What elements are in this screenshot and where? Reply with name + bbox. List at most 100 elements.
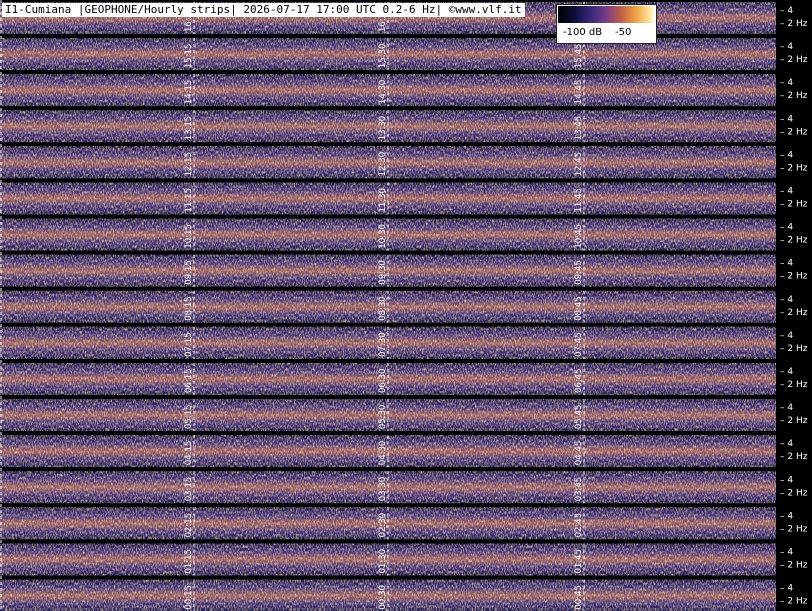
time-tick-label: 13:45 — [574, 116, 584, 141]
time-tick-label: 04:30 — [378, 441, 388, 466]
strip-1 — [0, 543, 776, 580]
strip-6 — [0, 363, 776, 400]
strip-texture — [0, 543, 776, 576]
strip-texture — [0, 471, 776, 504]
strip-15 — [0, 38, 776, 75]
freq-tick-2hz: – 2 Hz — [780, 344, 808, 354]
freq-tick-2hz: – 2 Hz — [780, 236, 808, 246]
strip-texture — [0, 218, 776, 251]
time-tick-label: 09:45 — [574, 260, 584, 285]
time-tick-label: 07:45 — [574, 332, 584, 357]
time-tick-label: 14:30 — [378, 80, 388, 105]
freq-tick-4: – 4 — [780, 331, 793, 341]
strip-8 — [0, 290, 776, 327]
strip-texture — [0, 146, 776, 179]
time-tick-label: 08:15 — [184, 296, 194, 321]
time-tick-label: 07:15 — [184, 332, 194, 357]
time-tick-label: 11:30 — [378, 188, 388, 213]
freq-tick-2hz: – 2 Hz — [780, 55, 808, 65]
time-tick-label: 05:45 — [574, 405, 584, 430]
strip-5 — [0, 399, 776, 436]
strip-9 — [0, 254, 776, 291]
time-tick-label: 15:15 — [184, 44, 194, 69]
strip-texture — [0, 74, 776, 107]
freq-tick-2hz: – 2 Hz — [780, 416, 808, 426]
time-tick-label: 01:30 — [378, 549, 388, 574]
time-tick-label: 00:15 — [184, 585, 194, 610]
time-tick-label: 12:30 — [378, 152, 388, 177]
chart-title: I1-Cumiana |GEOPHONE/Hourly strips| 2026… — [2, 3, 525, 17]
freq-tick-2hz: – 2 Hz — [780, 127, 808, 137]
time-tick-label: 03:30 — [378, 477, 388, 502]
strip-separator — [0, 503, 776, 508]
strip-texture — [0, 326, 776, 359]
time-tick-label: 10:15 — [184, 224, 194, 249]
time-tick-label: 05:30 — [378, 405, 388, 430]
time-tick-label: 02:45 — [574, 513, 584, 538]
time-tick-label: 06:45 — [574, 369, 584, 394]
strip-separator — [0, 34, 776, 39]
strip-separator — [0, 431, 776, 436]
freq-tick-4: – 4 — [780, 511, 793, 521]
strip-separator — [0, 106, 776, 111]
freq-tick-4: – 4 — [780, 295, 793, 305]
strip-7 — [0, 326, 776, 363]
time-tick-label: 12:15 — [184, 152, 194, 177]
strip-texture — [0, 507, 776, 540]
time-tick-label: 04:15 — [184, 441, 194, 466]
freq-tick-4: – 4 — [780, 548, 793, 558]
strip-0 — [0, 579, 776, 611]
time-tick-label: 01:15 — [184, 549, 194, 574]
time-tick-label: 15:45 — [574, 44, 584, 69]
freq-tick-2hz: – 2 Hz — [780, 200, 808, 210]
strip-separator — [0, 467, 776, 472]
time-tick-label: 13:15 — [184, 116, 194, 141]
strip-separator — [0, 539, 776, 544]
strip-texture — [0, 182, 776, 215]
strip-10 — [0, 218, 776, 255]
freq-tick-4: – 4 — [780, 584, 793, 594]
strip-separator — [0, 178, 776, 183]
time-tick-label: 03:45 — [574, 477, 584, 502]
time-tick-label: 10:30 — [378, 224, 388, 249]
freq-tick-2hz: – 2 Hz — [780, 561, 808, 571]
time-tick-label: 06:30 — [378, 369, 388, 394]
time-tick-label: 02:30 — [378, 513, 388, 538]
time-tick-label: 15:30 — [378, 44, 388, 69]
time-tick-label: 07:30 — [378, 332, 388, 357]
strip-texture — [0, 254, 776, 287]
freq-tick-2hz: – 2 Hz — [780, 597, 808, 607]
strip-13 — [0, 110, 776, 147]
time-tick-label: 08:30 — [378, 296, 388, 321]
freq-tick-4: – 4 — [780, 42, 793, 52]
strip-separator — [0, 395, 776, 400]
freq-tick-4: – 4 — [780, 187, 793, 197]
strip-texture — [0, 290, 776, 323]
strip-14 — [0, 74, 776, 111]
strip-separator — [0, 286, 776, 291]
strip-2 — [0, 507, 776, 544]
strip-separator — [0, 70, 776, 75]
freq-tick-4: – 4 — [780, 150, 793, 160]
time-tick-label: 03:15 — [184, 477, 194, 502]
colorbar: -100 dB -50 — [556, 4, 657, 44]
strip-3 — [0, 471, 776, 508]
freq-tick-2hz: – 2 Hz — [780, 19, 808, 29]
time-tick-label: 02:15 — [184, 513, 194, 538]
time-tick-label: 10:45 — [574, 224, 584, 249]
strip-separator — [0, 142, 776, 147]
time-tick-label: 11:45 — [574, 188, 584, 213]
freq-tick-4: – 4 — [780, 6, 793, 16]
strip-texture — [0, 363, 776, 395]
colorbar-gradient — [558, 6, 655, 23]
freq-tick-4: – 4 — [780, 223, 793, 233]
time-tick-label: 11:15 — [184, 188, 194, 213]
strip-separator — [0, 322, 776, 327]
time-tick-label: 05:15 — [184, 405, 194, 430]
time-tick-label: 12:45 — [574, 152, 584, 177]
strip-texture — [0, 38, 776, 71]
time-tick-label: 14:45 — [574, 80, 584, 105]
strip-12 — [0, 146, 776, 183]
freq-tick-4: – 4 — [780, 78, 793, 88]
freq-tick-2hz: – 2 Hz — [780, 524, 808, 534]
